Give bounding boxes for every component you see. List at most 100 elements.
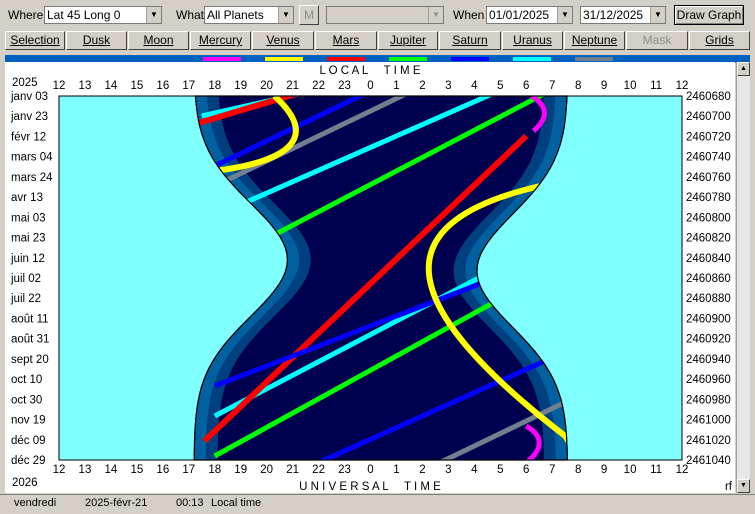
hour-label-bottom: 17 — [182, 464, 195, 476]
date-label: mars 04 — [11, 152, 53, 164]
planet-button-neptune[interactable]: Neptune — [564, 31, 625, 50]
planet-button-mars[interactable]: Mars — [315, 31, 377, 50]
hour-label-bottom: 16 — [156, 464, 169, 476]
hour-label-top: 14 — [105, 80, 118, 92]
hour-label-bottom: 2 — [419, 464, 425, 476]
julian-day-label: 2460920 — [686, 334, 731, 346]
hour-label-bottom: 3 — [445, 464, 451, 476]
legend-swatch-venus — [265, 57, 303, 61]
date-label: juil 22 — [10, 293, 41, 305]
hour-label-bottom: 21 — [286, 464, 299, 476]
julian-day-label: 2460860 — [686, 273, 731, 285]
julian-day-label: 2460800 — [686, 212, 731, 224]
hour-label-bottom: 14 — [105, 464, 118, 476]
julian-day-label: 2461000 — [686, 415, 731, 427]
hour-label-top: 12 — [53, 80, 66, 92]
date-label: août 11 — [11, 313, 49, 325]
julian-day-label: 2460900 — [686, 313, 731, 325]
date-to-select[interactable]: 31/12/2025 ▼ — [580, 6, 666, 24]
vertical-scrollbar[interactable]: ▲ ▼ — [736, 62, 750, 493]
hour-label-top: 4 — [471, 80, 478, 92]
what-label: What — [176, 8, 205, 22]
chevron-down-icon[interactable]: ▼ — [428, 7, 443, 23]
julian-day-label: 2460720 — [686, 131, 731, 143]
date-label: oct 10 — [11, 374, 42, 386]
when-label: When — [453, 8, 485, 22]
planet-button-moon[interactable]: Moon — [128, 31, 189, 50]
year-bottom-label: 2026 — [12, 477, 38, 489]
planet-button-saturn[interactable]: Saturn — [439, 31, 501, 50]
chevron-down-icon[interactable]: ▼ — [557, 7, 572, 23]
planet-visibility-chart[interactable]: 12 12 13 13 14 14 15 15 16 16 17 17 18 18 19 19 20 20 21 21… — [5, 62, 735, 493]
hour-label-top: 8 — [575, 80, 581, 92]
where-label: Where — [8, 8, 44, 22]
hour-label-top: 22 — [312, 80, 325, 92]
julian-day-label: 2460680 — [686, 91, 731, 103]
legend-swatch-mars — [327, 57, 365, 61]
legend-swatch-mercury — [203, 57, 241, 61]
hour-label-top: 3 — [445, 80, 451, 92]
hour-label-top: 17 — [182, 80, 195, 92]
planet-button-jupiter[interactable]: Jupiter — [378, 31, 438, 50]
date-label: janv 23 — [10, 111, 48, 123]
date-label: avr 13 — [11, 192, 43, 204]
hour-label-bottom: 6 — [523, 464, 529, 476]
hour-label-bottom: 18 — [208, 464, 221, 476]
status-bar: vendredi 2025-févr-21 00:13 Local time — [0, 494, 755, 514]
hour-label-bottom: 15 — [130, 464, 143, 476]
year-top-label: 2025 — [12, 77, 38, 89]
local-time-title: L O C A L T I M E — [320, 65, 421, 77]
chevron-down-icon[interactable]: ▼ — [650, 7, 665, 23]
hour-label-top: 0 — [367, 80, 373, 92]
hour-label-top: 2 — [419, 80, 425, 92]
hour-label-bottom: 10 — [624, 464, 637, 476]
hour-label-bottom: 19 — [234, 464, 247, 476]
hour-label-bottom: 5 — [497, 464, 503, 476]
chevron-down-icon[interactable]: ▼ — [146, 7, 161, 23]
date-label: mai 23 — [11, 233, 46, 245]
where-value: Lat 45 Long 0 — [47, 8, 121, 22]
hour-label-top: 6 — [523, 80, 529, 92]
scroll-up-icon[interactable]: ▲ — [737, 62, 750, 76]
date-label: oct 30 — [11, 394, 42, 406]
what-select[interactable]: All Planets ▼ — [204, 6, 294, 24]
planet-button-dusk[interactable]: Dusk — [66, 31, 127, 50]
date-label: déc 29 — [11, 455, 46, 467]
planet-button-grids[interactable]: Grids — [689, 31, 750, 50]
julian-day-label: 2460780 — [686, 192, 731, 204]
hour-label-bottom: 12 — [53, 464, 66, 476]
hour-label-bottom: 0 — [367, 464, 373, 476]
status-day: vendredi — [14, 497, 57, 509]
chevron-down-icon[interactable]: ▼ — [278, 7, 293, 23]
hour-label-bottom: 22 — [312, 464, 325, 476]
hour-label-top: 16 — [156, 80, 169, 92]
planet-button-selection[interactable]: Selection — [5, 31, 65, 50]
hour-label-top: 15 — [130, 80, 143, 92]
julian-day-label: 2460880 — [686, 293, 731, 305]
date-from-select[interactable]: 01/01/2025 ▼ — [486, 6, 573, 24]
julian-day-label: 2460940 — [686, 354, 731, 366]
planet-button-uranus[interactable]: Uranus — [502, 31, 563, 50]
what-value: All Planets — [207, 8, 264, 22]
date-label: janv 03 — [10, 91, 48, 103]
hour-label-bottom: 7 — [549, 464, 555, 476]
planet-button-mask[interactable]: Mask — [626, 31, 688, 50]
extra-select[interactable]: ▼ — [326, 6, 444, 24]
date-label: juin 12 — [10, 253, 45, 265]
hour-label-top: 20 — [260, 80, 273, 92]
draw-graph-button[interactable]: Draw Graph — [674, 5, 744, 25]
chart-canvas[interactable]: 1212131314141515161617171818191920202121… — [5, 62, 735, 493]
planet-button-mercury[interactable]: Mercury — [190, 31, 251, 50]
hour-label-bottom: 8 — [575, 464, 581, 476]
m-button[interactable]: M — [299, 5, 319, 25]
julian-day-label: 2460840 — [686, 253, 731, 265]
date-to-value: 31/12/2025 — [583, 8, 644, 22]
where-select[interactable]: Lat 45 Long 0 ▼ — [44, 6, 162, 24]
legend-swatch-neptune — [575, 57, 613, 61]
planet-button-venus[interactable]: Venus — [252, 31, 314, 50]
julian-day-label: 2460700 — [686, 111, 731, 123]
julian-day-label: 2460820 — [686, 233, 731, 245]
legend-swatch-jupiter — [389, 57, 427, 61]
hour-label-top: 13 — [79, 80, 92, 92]
scroll-down-icon[interactable]: ▼ — [737, 479, 750, 493]
